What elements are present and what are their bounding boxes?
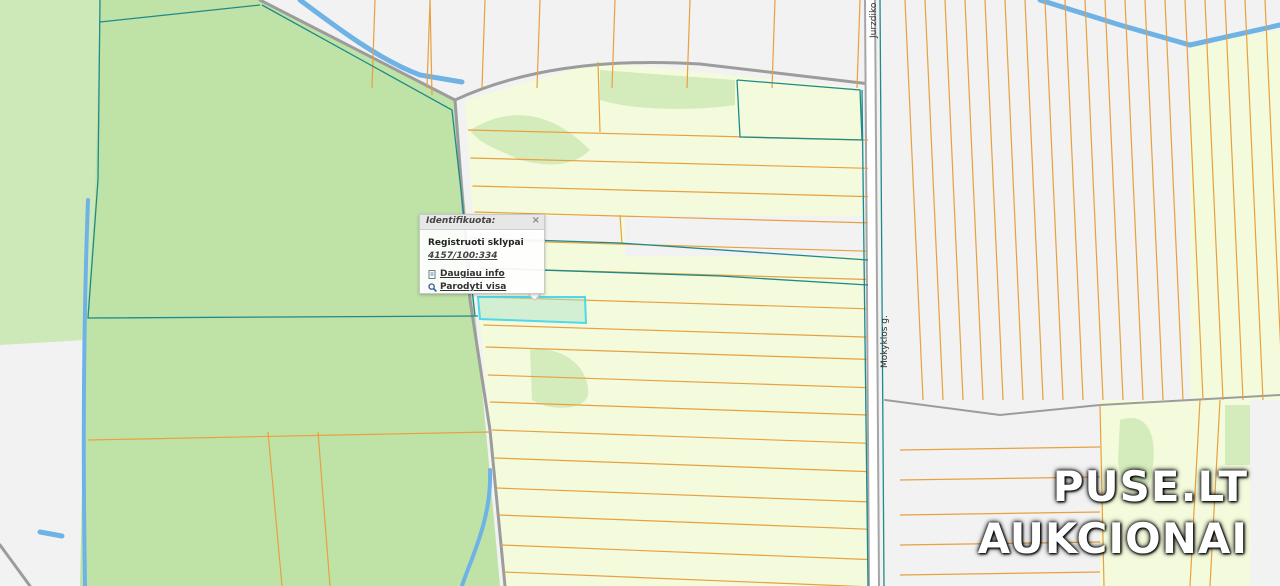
document-icon: [428, 269, 436, 279]
watermark-line1: PUSE.LT: [1052, 462, 1248, 511]
watermark-line2: AUKCIONAI: [977, 514, 1248, 563]
street-label-jurzdiko: Jurzdiko: [869, 2, 879, 39]
show-all-link[interactable]: Parodyti visa: [428, 282, 506, 292]
popup-header: Identifikuota: ×: [420, 215, 544, 230]
magnifier-icon: [428, 282, 437, 292]
street-label-mokyklos: Mokyklos g.: [880, 315, 890, 368]
field-area: [465, 62, 868, 586]
identify-popup: Identifikuota: × Registruoti sklypai 415…: [419, 214, 545, 294]
show-all-label: Parodyti visa: [440, 282, 507, 292]
more-info-label: Daugiau info: [440, 269, 505, 279]
layer-name: Registruoti sklypai: [428, 238, 524, 248]
close-icon[interactable]: ×: [532, 215, 540, 226]
parcel-id-link[interactable]: 4157/100:334: [428, 251, 498, 261]
selected-parcel[interactable]: [476, 296, 588, 325]
more-info-link[interactable]: Daugiau info: [428, 269, 505, 279]
popup-title: Identifikuota:: [426, 216, 496, 226]
